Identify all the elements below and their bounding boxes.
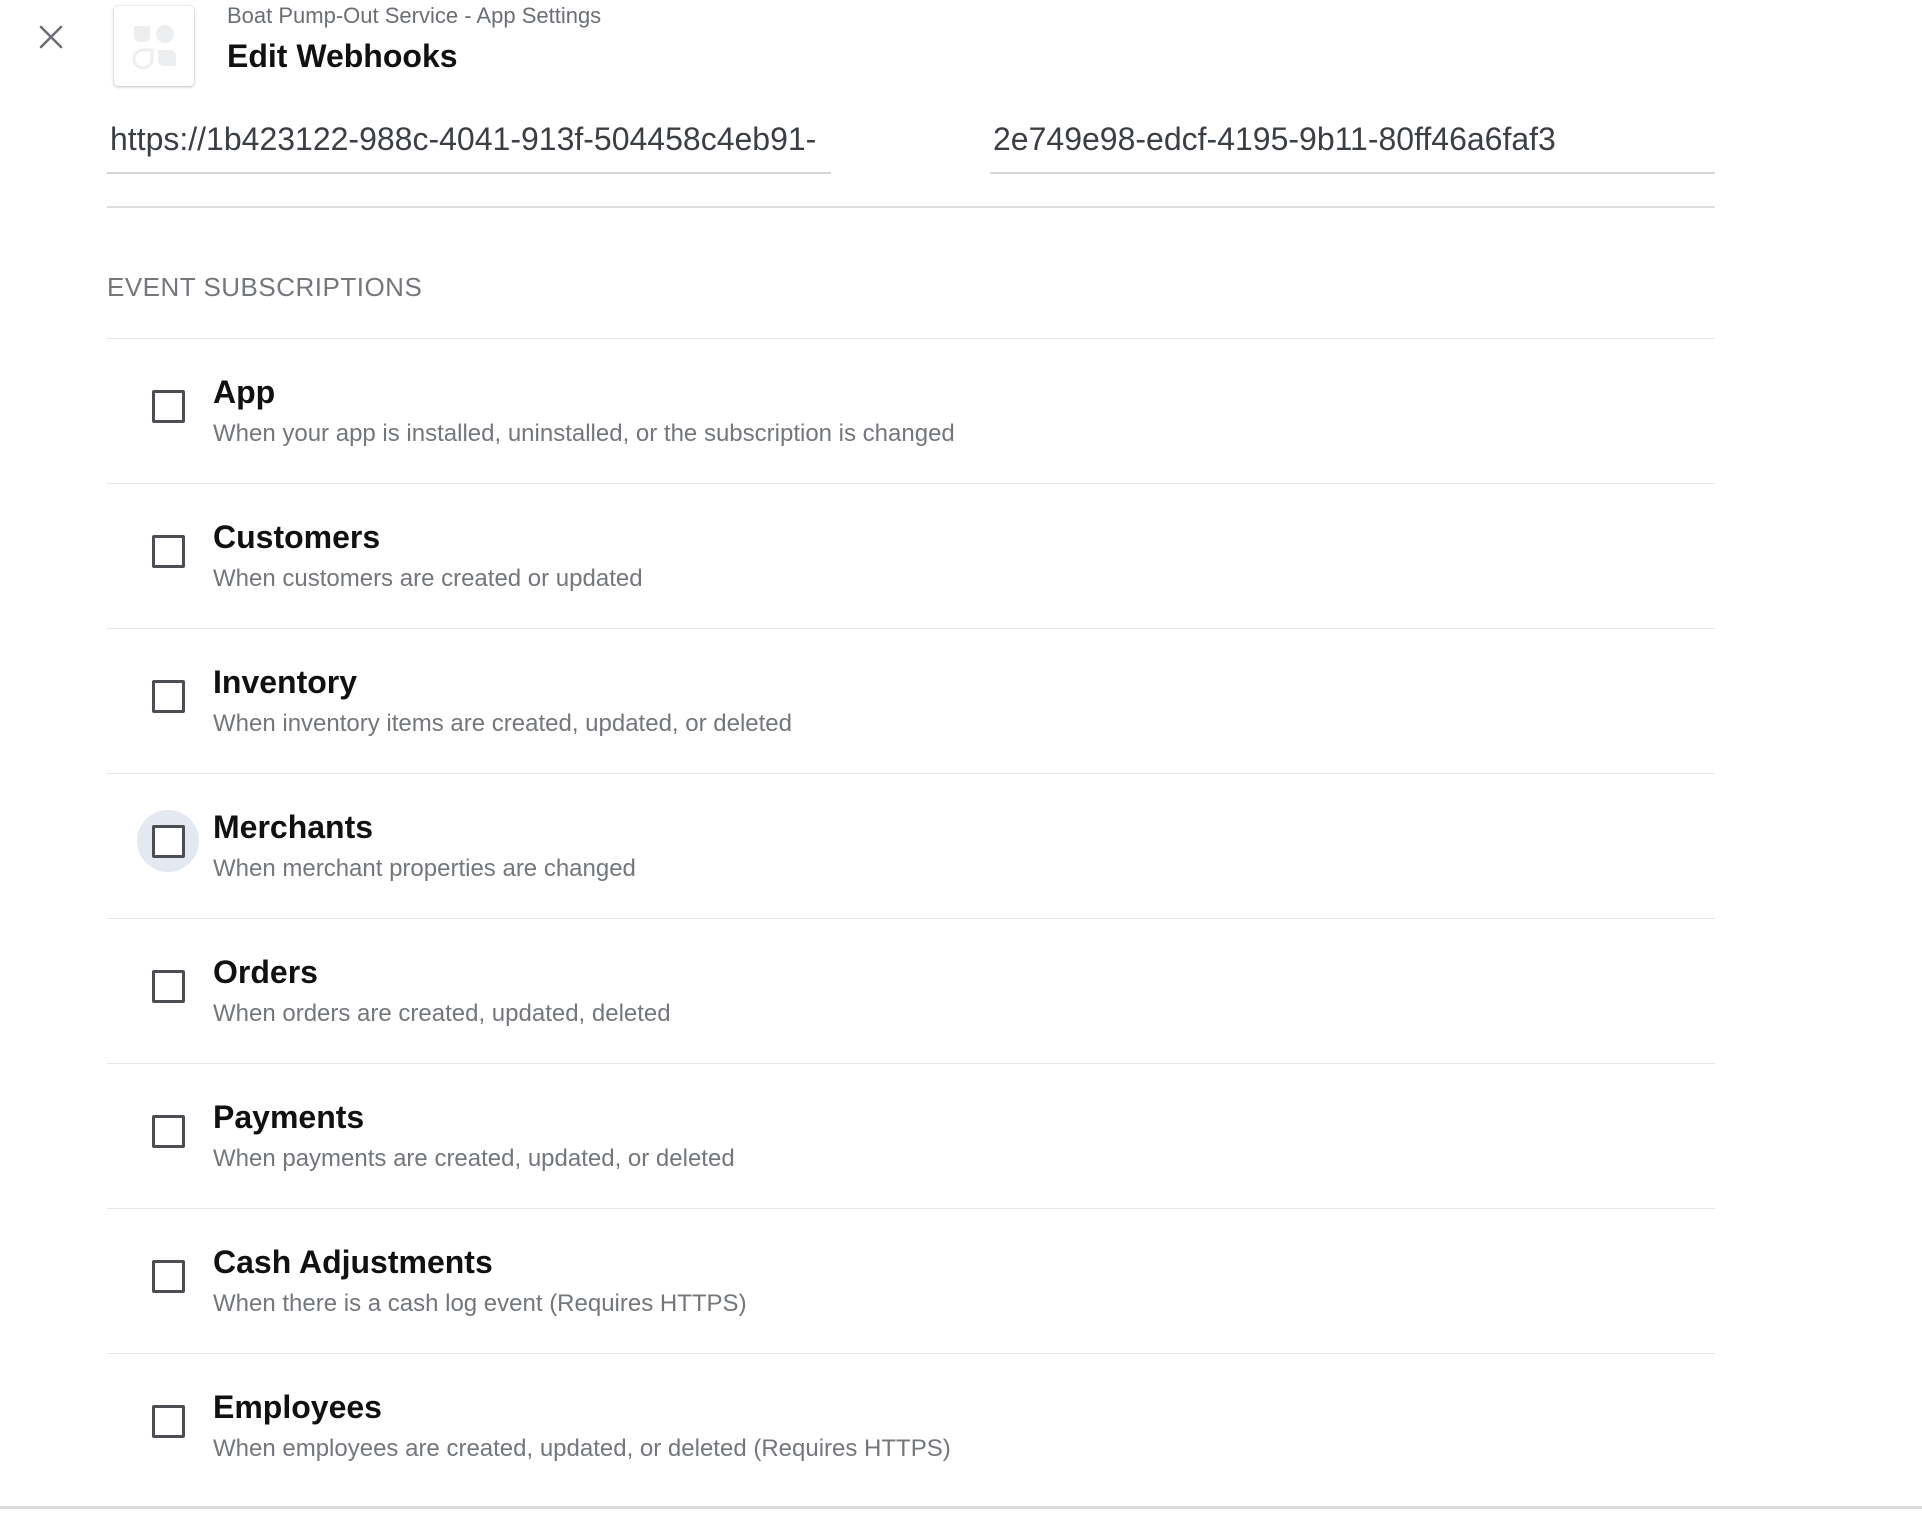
event-description: When payments are created, updated, or d… — [213, 1145, 735, 1172]
breadcrumb: Boat Pump-Out Service - App Settings — [227, 3, 602, 28]
event-title: Inventory — [213, 664, 358, 700]
event-description: When merchant properties are changed — [213, 855, 636, 882]
edit-webhooks-page: Boat Pump-Out Service - App Settings Edi… — [0, 0, 1922, 1522]
verification-code-input[interactable] — [990, 110, 1715, 168]
checkbox-box — [151, 969, 185, 1003]
page-title: Edit Webhooks — [227, 38, 458, 74]
event-subscriptions-heading: EVENT SUBSCRIPTIONS — [107, 272, 423, 302]
event-description: When customers are created or updated — [213, 565, 643, 592]
event-row-payments: Payments When payments are created, upda… — [107, 1064, 1715, 1209]
event-row-orders: Orders When orders are created, updated,… — [107, 919, 1715, 1064]
close-button[interactable] — [30, 16, 72, 58]
checkbox-box — [151, 389, 185, 423]
event-description: When inventory items are created, update… — [213, 710, 792, 737]
app-placeholder-logo-icon — [132, 25, 176, 70]
event-description: When your app is installed, uninstalled,… — [213, 420, 955, 447]
verification-code-field — [990, 110, 1715, 174]
event-row-cash-adjustments: Cash Adjustments When there is a cash lo… — [107, 1209, 1715, 1354]
customers-checkbox[interactable] — [137, 520, 199, 582]
event-description: When there is a cash log event (Requires… — [213, 1290, 747, 1317]
checkbox-box — [151, 1114, 185, 1148]
event-description: When employees are created, updated, or … — [213, 1435, 951, 1462]
event-row-app: App When your app is installed, uninstal… — [107, 339, 1715, 484]
footer-divider — [0, 1506, 1922, 1509]
event-title: Merchants — [213, 809, 374, 845]
callback-url-input[interactable] — [107, 110, 831, 168]
event-row-customers: Customers When customers are created or … — [107, 484, 1715, 629]
checkbox-box — [151, 679, 185, 713]
event-title: Employees — [213, 1389, 382, 1425]
event-row-merchants: Merchants When merchant properties are c… — [107, 774, 1715, 919]
orders-checkbox[interactable] — [137, 955, 199, 1017]
cash-adjustments-checkbox[interactable] — [137, 1245, 199, 1307]
event-title: Orders — [213, 954, 318, 990]
app-logo — [114, 6, 194, 86]
event-description: When orders are created, updated, delete… — [213, 1000, 671, 1027]
payments-checkbox[interactable] — [137, 1100, 199, 1162]
event-title: Customers — [213, 519, 381, 555]
employees-checkbox[interactable] — [137, 1390, 199, 1452]
section-divider — [107, 206, 1715, 208]
close-icon — [39, 25, 63, 49]
inventory-checkbox[interactable] — [137, 665, 199, 727]
checkbox-box — [151, 534, 185, 568]
event-title: Cash Adjustments — [213, 1244, 493, 1280]
app-checkbox[interactable] — [137, 375, 199, 437]
checkbox-box — [151, 824, 185, 858]
checkbox-box — [151, 1404, 185, 1438]
event-title: App — [213, 374, 276, 410]
event-title: Payments — [213, 1099, 365, 1135]
checkbox-box — [151, 1259, 185, 1293]
event-row-employees: Employees When employees are created, up… — [107, 1354, 1715, 1499]
event-row-inventory: Inventory When inventory items are creat… — [107, 629, 1715, 774]
merchants-checkbox[interactable] — [137, 810, 199, 872]
callback-url-field — [107, 110, 831, 174]
event-subscriptions-list: App When your app is installed, uninstal… — [107, 338, 1715, 1499]
